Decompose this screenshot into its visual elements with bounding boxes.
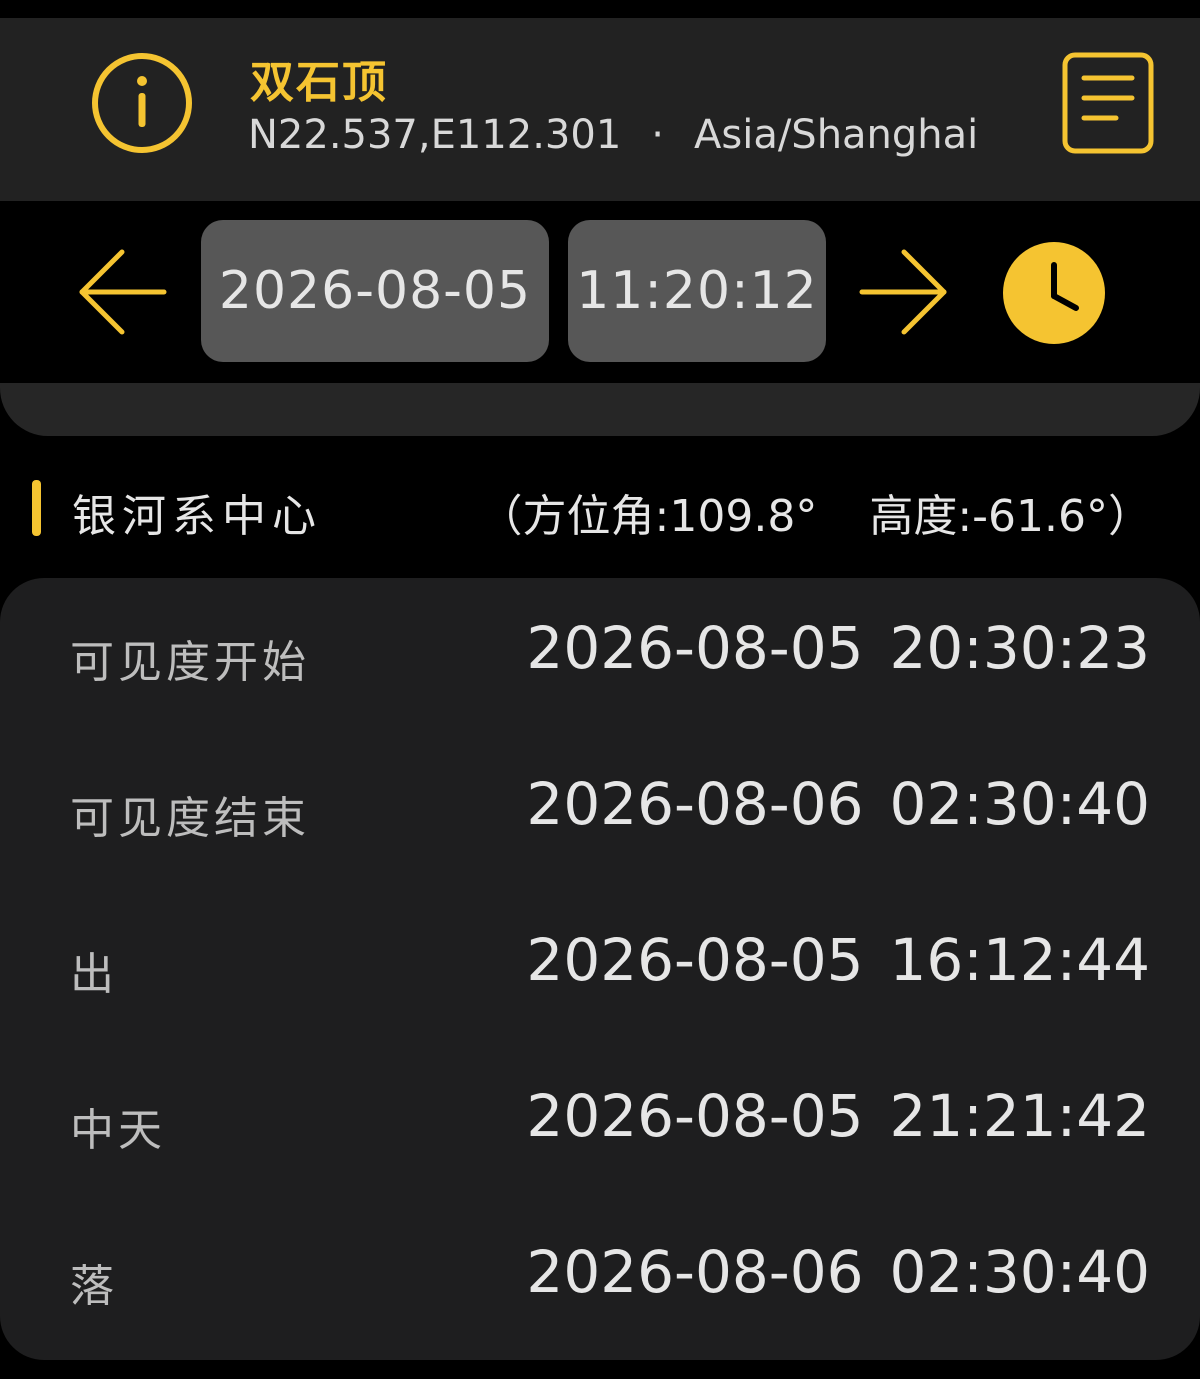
date-time-navbar: 2026-08-05 11:20:12 (0, 201, 1200, 383)
list-item: 中天 2026-08-05 21:21:42 (0, 1046, 1200, 1202)
event-label: 中天 (70, 1105, 166, 1156)
event-time: 02:30:40 (889, 1238, 1151, 1306)
location-header: 双石顶 N22.537,E112.301 · Asia/Shanghai (0, 18, 1200, 201)
menu-button[interactable] (1062, 52, 1154, 154)
azimuth-value: 方位角:109.8° (522, 491, 818, 542)
info-button[interactable] (90, 51, 194, 155)
next-button[interactable] (858, 248, 950, 336)
event-date: 2026-08-06 (526, 1238, 864, 1306)
event-label: 可见度结束 (70, 793, 310, 844)
list-item: 可见度结束 2026-08-06 02:30:40 (0, 734, 1200, 890)
arrow-right-icon (859, 249, 947, 335)
section-header: 银河系中心 （方位角:109.8° 高度:-61.6°） (0, 436, 1200, 578)
info-circle-icon (92, 53, 192, 153)
altitude-value: 高度:-61.6° (869, 491, 1108, 542)
event-datetime: 2026-08-05 20:30:23 (526, 614, 1150, 682)
clock-icon (1003, 242, 1105, 344)
event-time: 21:21:42 (889, 1082, 1151, 1150)
arrow-left-icon (79, 249, 167, 335)
list-item: 可见度开始 2026-08-05 20:30:23 (0, 578, 1200, 734)
now-button[interactable] (1002, 241, 1106, 345)
event-label: 落 (70, 1261, 118, 1312)
status-strip (0, 0, 1200, 18)
date-field[interactable]: 2026-08-05 (201, 220, 549, 362)
event-label: 出 (70, 949, 118, 1000)
event-datetime: 2026-08-05 16:12:44 (526, 926, 1150, 994)
open-paren: （ (478, 491, 523, 542)
list-document-icon (1062, 52, 1154, 154)
list-item: 出 2026-08-05 16:12:44 (0, 890, 1200, 1046)
collapsed-panel (0, 383, 1200, 436)
location-meta: N22.537,E112.301 · Asia/Shanghai (248, 112, 978, 158)
list-item: 落 2026-08-06 02:30:40 (0, 1202, 1200, 1358)
section-accent-bar (32, 480, 41, 536)
event-time: 20:30:23 (889, 614, 1151, 682)
event-label: 可见度开始 (70, 637, 310, 688)
event-datetime: 2026-08-06 02:30:40 (526, 770, 1150, 838)
location-name: 双石顶 (250, 57, 388, 108)
close-paren: ） (1108, 491, 1152, 542)
event-time: 16:12:44 (889, 926, 1151, 994)
section-title: 银河系中心 (72, 491, 322, 542)
time-field[interactable]: 11:20:12 (568, 220, 826, 362)
previous-button[interactable] (76, 248, 168, 336)
event-date: 2026-08-06 (526, 770, 864, 838)
section-coordinates: （方位角:109.8° 高度:-61.6°） (479, 480, 1152, 544)
event-date: 2026-08-05 (526, 614, 864, 682)
event-datetime: 2026-08-06 02:30:40 (526, 1238, 1150, 1306)
event-time: 02:30:40 (889, 770, 1151, 838)
event-date: 2026-08-05 (526, 926, 864, 994)
location-timezone: Asia/Shanghai (694, 112, 979, 158)
meta-separator: · (651, 112, 664, 158)
event-datetime: 2026-08-05 21:21:42 (526, 1082, 1150, 1150)
event-date: 2026-08-05 (526, 1082, 864, 1150)
event-list: 可见度开始 2026-08-05 20:30:23 可见度结束 2026-08-0… (0, 578, 1200, 1360)
location-coordinates: N22.537,E112.301 (248, 112, 622, 158)
